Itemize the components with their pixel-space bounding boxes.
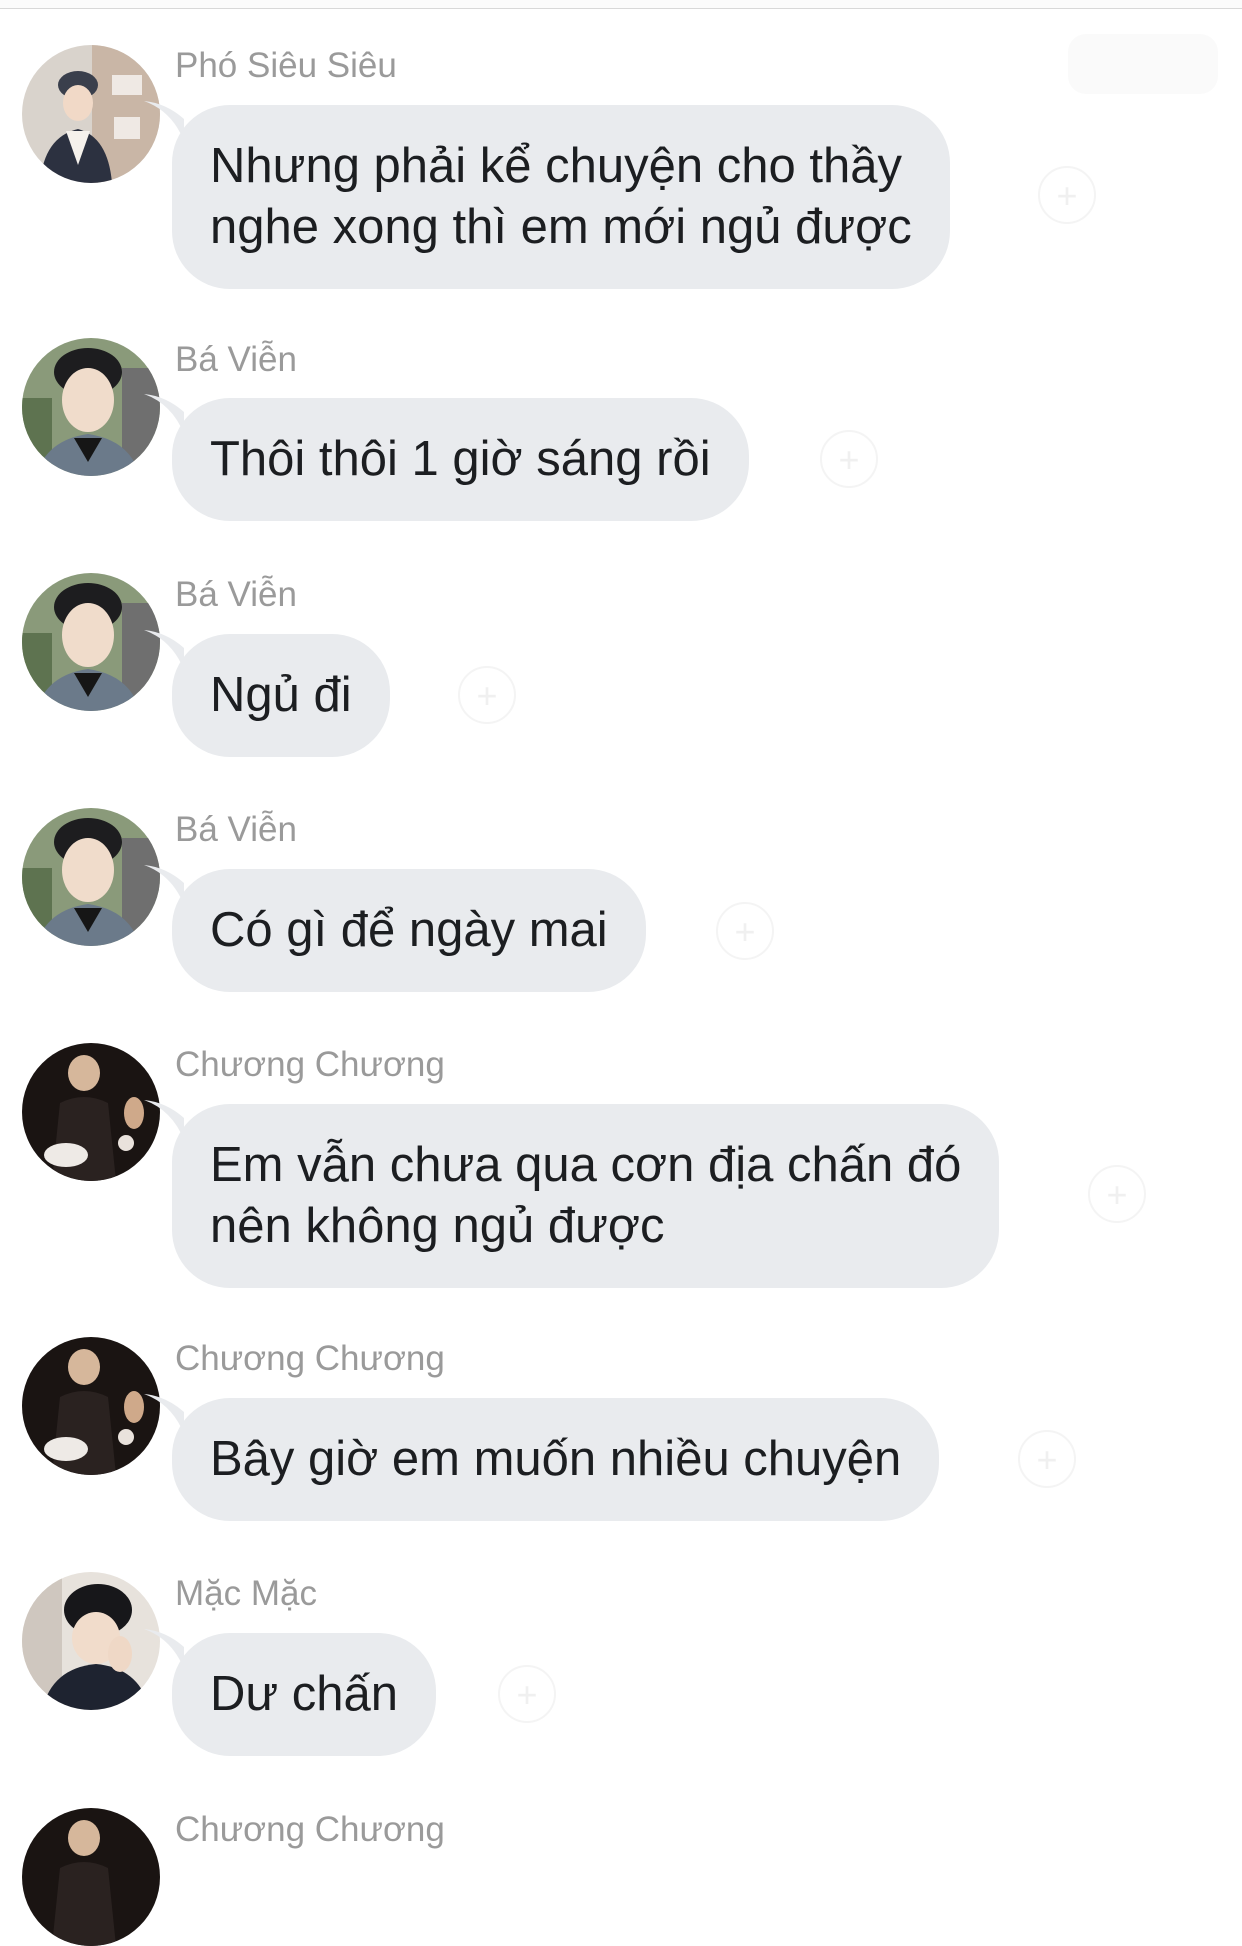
avatar[interactable] <box>22 573 160 711</box>
message-bubble-wrapper: Bây giờ em muốn nhiều chuyện <box>144 1394 940 1521</box>
avatar-photo-ba-vien <box>22 573 160 711</box>
add-reaction-icon[interactable]: + <box>1088 1165 1146 1223</box>
avatar-photo-pho-sieu-sieu <box>22 45 160 183</box>
sender-name: Bá Viễn <box>175 575 297 614</box>
avatar[interactable] <box>22 1808 160 1946</box>
sender-name: Chương Chương <box>175 1810 445 1849</box>
message-bubble[interactable]: Nhưng phải kể chuyện cho thầy nghe xong … <box>172 105 950 289</box>
avatar[interactable] <box>22 1337 160 1475</box>
avatar-photo-chuong-chuong <box>22 1337 160 1475</box>
message-bubble[interactable]: Thôi thôi 1 giờ sáng rồi <box>172 398 749 521</box>
message-line: Bây giờ em muốn nhiều chuyện <box>210 1432 902 1486</box>
message-line: Dư chấn <box>210 1667 399 1721</box>
sender-name: Bá Viễn <box>175 810 297 849</box>
add-reaction-icon[interactable]: + <box>820 430 878 488</box>
sender-name: Phó Siêu Siêu <box>175 46 397 85</box>
avatar[interactable] <box>22 1572 160 1710</box>
avatar[interactable] <box>22 1043 160 1181</box>
avatar-photo-ba-vien <box>22 808 160 946</box>
avatar[interactable] <box>22 338 160 476</box>
add-reaction-icon[interactable]: + <box>458 666 516 724</box>
message-bubble[interactable]: Dư chấn <box>172 1633 437 1756</box>
message-bubble[interactable]: Em vẫn chưa qua cơn địa chấn đó nên khôn… <box>172 1104 1000 1288</box>
add-reaction-icon[interactable]: + <box>1018 1430 1076 1488</box>
add-reaction-icon[interactable]: + <box>716 902 774 960</box>
message-bubble-wrapper: Có gì để ngày mai <box>144 865 646 992</box>
sender-name: Bá Viễn <box>175 340 297 379</box>
message-line: Thôi thôi 1 giờ sáng rồi <box>210 432 711 486</box>
message-line: Ngủ đi <box>210 668 352 722</box>
sender-name: Chương Chương <box>175 1339 445 1378</box>
message-bubble[interactable]: Có gì để ngày mai <box>172 869 646 992</box>
avatar-photo-ba-vien <box>22 338 160 476</box>
message-bubble[interactable]: Ngủ đi <box>172 634 390 757</box>
message-bubble-wrapper: Nhưng phải kể chuyện cho thầy nghe xong … <box>144 101 950 289</box>
message-bubble-wrapper: Thôi thôi 1 giờ sáng rồi <box>144 394 749 521</box>
message-line: Có gì để ngày mai <box>210 903 608 957</box>
message-bubble-wrapper: Em vẫn chưa qua cơn địa chấn đó nên khôn… <box>144 1100 1000 1288</box>
message-line: nghe xong thì em mới ngủ được <box>210 200 912 254</box>
avatar[interactable] <box>22 45 160 183</box>
message-bubble-wrapper: Dư chấn <box>144 1629 437 1756</box>
chat-thread: Phó Siêu Siêu Nhưng phải kể chuyện cho t… <box>0 0 1242 1946</box>
sender-name: Mặc Mặc <box>175 1574 317 1613</box>
message-line: Em vẫn chưa qua cơn địa chấn đó <box>210 1138 962 1192</box>
add-reaction-icon[interactable]: + <box>1038 166 1096 224</box>
add-reaction-icon[interactable]: + <box>498 1665 556 1723</box>
avatar[interactable] <box>22 808 160 946</box>
sender-name: Chương Chương <box>175 1045 445 1084</box>
message-bubble[interactable]: Bây giờ em muốn nhiều chuyện <box>172 1398 940 1521</box>
message-line: Nhưng phải kể chuyện cho thầy <box>210 139 903 193</box>
avatar-photo-chuong-chuong <box>22 1043 160 1181</box>
message-bubble-wrapper: Ngủ đi <box>144 630 390 757</box>
avatar-photo-mac-mac <box>22 1572 160 1710</box>
avatar-photo-chuong-chuong <box>22 1808 160 1946</box>
message-line: nên không ngủ được <box>210 1199 665 1253</box>
